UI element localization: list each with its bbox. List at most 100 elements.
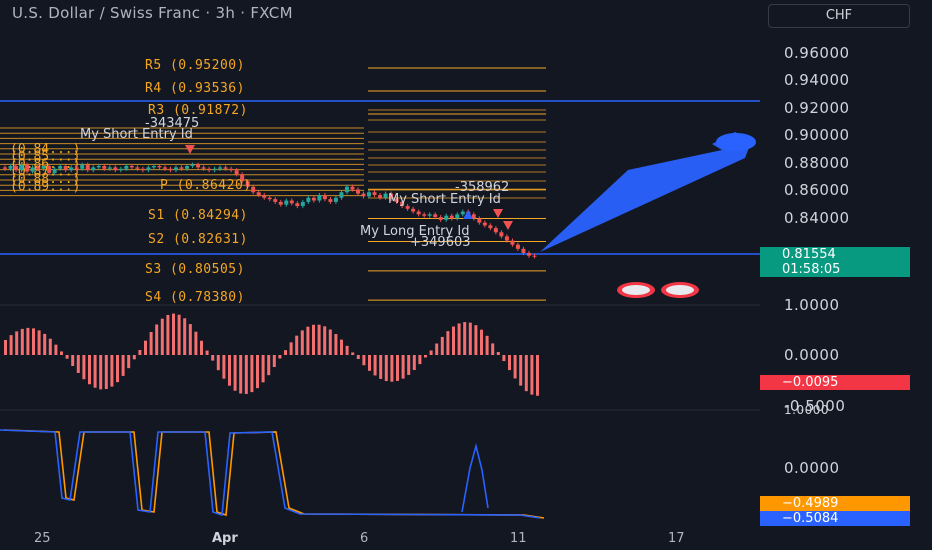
price-axis-label: 0.84000 [784, 209, 850, 227]
histogram-bar [401, 355, 405, 379]
candle-body [339, 192, 344, 198]
histogram-bar [261, 355, 265, 383]
pivot-label-p: P (0.86420) [160, 178, 252, 193]
histogram-bar [284, 350, 287, 355]
histogram-bar [340, 339, 343, 355]
candle-body [455, 214, 460, 219]
histogram-bar [412, 355, 416, 371]
short-marker-1 [185, 145, 195, 154]
currency-button[interactable]: CHF [768, 4, 910, 28]
histogram-bar [396, 355, 399, 381]
time-axis-label: 11 [510, 531, 527, 546]
candle-body [361, 193, 366, 197]
osc2-orange-tag: −0.4989 [760, 496, 910, 511]
histogram-bar [502, 355, 506, 362]
histogram-bar [216, 355, 220, 371]
osc1-value-tag: −0.0095 [760, 375, 910, 390]
histogram-bar [228, 355, 231, 386]
candle-body [416, 211, 421, 215]
candle-body [521, 248, 526, 253]
histogram-bar [9, 335, 13, 355]
histogram-bar [463, 322, 467, 355]
stoch-line-blue [0, 429, 541, 519]
histogram-bar [194, 331, 198, 355]
histogram-bar [244, 355, 248, 394]
histogram-bar [256, 355, 259, 389]
candle-body [80, 164, 85, 169]
histogram-bar [519, 355, 523, 386]
candle-body [234, 170, 239, 175]
candle-body [333, 197, 338, 202]
histogram-bar [440, 336, 444, 355]
histogram-bar [222, 355, 226, 379]
histogram-bar [379, 355, 383, 379]
histogram-bar [289, 342, 293, 355]
candle-body [493, 228, 498, 233]
candle-body [504, 236, 509, 241]
candle-body [107, 167, 112, 169]
long-marker [463, 210, 473, 219]
candle-body [146, 167, 151, 171]
countdown-tag: 01:58:05 [760, 262, 910, 277]
candle-body [30, 167, 35, 172]
candle-body [510, 240, 515, 245]
candle-body [129, 166, 134, 168]
histogram-bar [188, 324, 192, 355]
candle-body [58, 166, 63, 169]
histogram-bar [429, 350, 433, 355]
candle-body [196, 164, 201, 168]
histogram-bar [317, 324, 321, 355]
histogram-bar [457, 323, 461, 355]
histogram-bar [373, 355, 377, 376]
candle-body [267, 197, 272, 200]
price-axis-label: 0.92000 [784, 99, 850, 117]
candle-body [96, 166, 101, 168]
candle-body [256, 192, 261, 195]
histogram-bar [110, 355, 114, 387]
exit-marker [503, 221, 513, 230]
pivot-label-overlap: (0.89...) [10, 180, 80, 195]
event-flag-inner [666, 285, 694, 295]
candle-body [168, 168, 173, 171]
candle-body [151, 166, 156, 168]
short-entry-1-label: My Short Entry Id [80, 127, 193, 142]
histogram-bar [272, 355, 276, 368]
histogram-bar [20, 328, 24, 355]
histogram-bar [65, 355, 69, 359]
symbol-title[interactable]: U.S. Dollar / Swiss Franc · 3h · FXCM [12, 4, 293, 22]
histogram-bar [60, 351, 63, 355]
candle-body [14, 166, 19, 171]
candle-body [515, 244, 520, 249]
histogram-bar [496, 352, 500, 355]
candle-body [157, 166, 162, 168]
candle-body [438, 217, 443, 220]
short-entry-2-label: My Short Entry Id [388, 192, 501, 207]
price-axis-label: 0.88000 [784, 154, 850, 172]
price-axis-label: 0.86000 [784, 181, 850, 199]
candle-body [372, 192, 377, 195]
histogram-bar [418, 355, 422, 365]
histogram-bar [300, 330, 304, 355]
stoch-line-blue-spike [461, 442, 489, 513]
histogram-bar [356, 355, 360, 360]
candle-body [201, 167, 206, 169]
histogram-bar [172, 313, 175, 355]
histogram-bar [48, 338, 52, 355]
candle-body [218, 167, 223, 169]
candle-body [52, 168, 57, 173]
candle-body [488, 225, 493, 229]
histogram-bar [323, 326, 327, 355]
histogram-bar [138, 349, 142, 355]
pivot-label-s1: S1 (0.84294) [148, 208, 248, 223]
histogram-bar [144, 340, 147, 355]
candle-body [212, 168, 217, 171]
histogram-bar [513, 355, 517, 379]
candle-body [422, 214, 427, 216]
price-axis-label: 0.90000 [784, 126, 850, 144]
candle-body [460, 211, 465, 215]
candle-body [532, 255, 537, 257]
osc1-axis-label: 0.0000 [784, 346, 840, 364]
histogram-bar [155, 324, 159, 355]
candle-body [113, 167, 118, 171]
candle-body [328, 199, 333, 202]
